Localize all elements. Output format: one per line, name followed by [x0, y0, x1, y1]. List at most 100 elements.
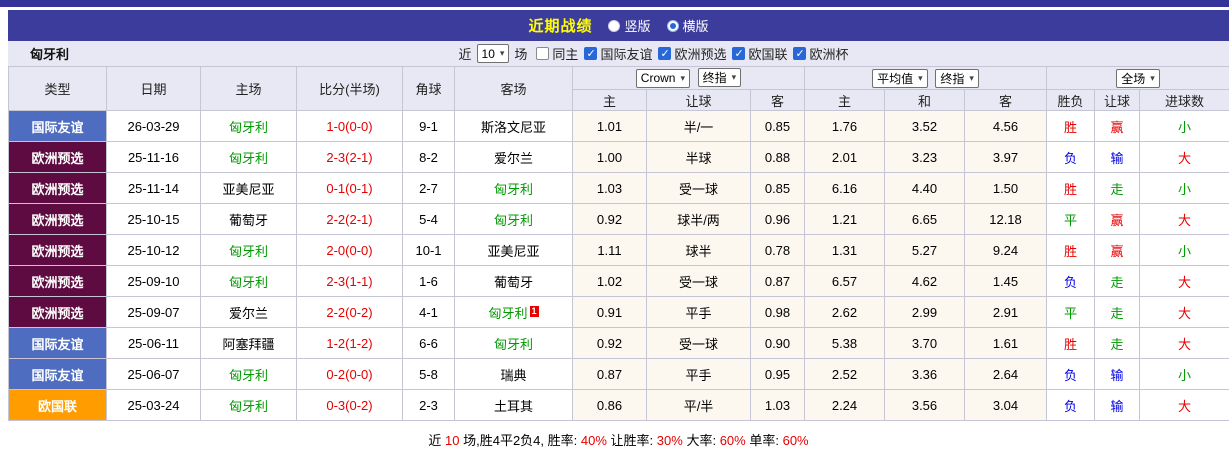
handicap-result-label: 输 [1110, 367, 1124, 383]
odds-away-cell: 0.90 [750, 327, 805, 359]
panel-header: 近期战绩 竖版 横版 [8, 10, 1229, 41]
odds-home-cell: 0.92 [572, 203, 647, 235]
result-label: 胜 [1064, 243, 1078, 259]
avg-away-cell: 4.56 [963, 110, 1048, 142]
home-team-name: 阿塞拜疆 [222, 336, 275, 352]
away-team-name: 葡萄牙 [493, 274, 533, 290]
avg-stage-select[interactable]: 终指 [935, 68, 979, 88]
away-team-cell: 匈牙利 1 [454, 296, 573, 328]
away-team-name: 瑞典 [500, 367, 527, 383]
avg-draw-cell: 6.65 [884, 203, 965, 235]
result-label: 负 [1064, 367, 1078, 383]
goals-label: 小 [1178, 181, 1192, 197]
odds-stage-select[interactable]: 终指 [697, 68, 742, 88]
filter-checkbox[interactable]: 国际友谊 [584, 44, 652, 63]
result-label: 胜 [1064, 181, 1078, 197]
filter-checkbox[interactable]: 欧洲预选 [658, 44, 726, 63]
match-row: 欧洲预选 25-11-14 亚美尼亚 0-1(0-1) 2-7 匈牙利 1.03… [8, 172, 1229, 204]
away-team-cell: 瑞典 [454, 358, 573, 390]
checkbox-label: 欧洲杯 [809, 47, 849, 62]
avg-home-cell: 6.16 [804, 172, 885, 204]
result-cell: 负 [1046, 141, 1096, 173]
odds-away-cell: 0.88 [750, 141, 805, 173]
summary-segment: 大率: [686, 433, 717, 448]
date-cell: 25-10-15 [106, 203, 201, 235]
date-cell: 25-09-07 [106, 296, 201, 328]
handicap-result-cell: 走 [1094, 265, 1141, 297]
match-type-label: 欧洲预选 [31, 212, 84, 228]
goals-cell: 小 [1139, 358, 1229, 390]
match-count-select[interactable]: 10 [476, 44, 510, 63]
score-cell: 2-3(1-1) [296, 265, 403, 297]
goals-label: 大 [1178, 274, 1192, 290]
odds-handicap-cell: 球半 [646, 234, 751, 266]
filter-checkbox[interactable]: 欧洲杯 [793, 44, 849, 63]
scope-select[interactable]: 全场 [1116, 68, 1160, 88]
checkbox-icon [536, 47, 550, 60]
result-cell: 胜 [1046, 327, 1096, 359]
corners-cell: 6-6 [402, 327, 455, 359]
avg-home-cell: 1.31 [804, 234, 885, 266]
checkbox-label: 国际友谊 [600, 47, 653, 62]
home-team-name: 葡萄牙 [228, 212, 268, 228]
red-card-badge: 1 [529, 305, 539, 317]
home-team-name: 爱尔兰 [228, 305, 268, 321]
col-header-type: 类型 [8, 66, 107, 111]
filter-checkbox[interactable]: 欧国联 [732, 44, 787, 63]
top-divider-bar [0, 0, 1229, 7]
match-type-label: 欧洲预选 [31, 243, 84, 259]
corners-cell: 9-1 [402, 110, 455, 142]
avg-draw-cell: 2.99 [884, 296, 965, 328]
handicap-result-cell: 走 [1094, 296, 1141, 328]
avg-away-cell: 3.04 [963, 389, 1048, 421]
goals-cell: 小 [1139, 110, 1229, 142]
goals-label: 大 [1178, 398, 1192, 414]
match-type-cell: 国际友谊 [8, 358, 107, 390]
score-cell: 0-3(0-2) [296, 389, 403, 421]
handicap-result-label: 赢 [1110, 212, 1124, 228]
odds-company-select[interactable]: Crown [635, 68, 691, 88]
date-cell: 25-06-07 [106, 358, 201, 390]
away-team-name: 匈牙利 [493, 212, 533, 228]
avg-away-cell: 3.97 [963, 141, 1048, 173]
match-type-label: 国际友谊 [31, 336, 84, 352]
scope-select-cell: 全场 [1046, 66, 1229, 90]
away-team-cell: 匈牙利 [454, 327, 573, 359]
checkbox-label: 欧洲预选 [674, 47, 727, 62]
avg-home-cell: 6.57 [804, 265, 885, 297]
odds-home-cell: 1.02 [572, 265, 647, 297]
layout-radio-horizontal[interactable]: 横版 [666, 16, 709, 35]
header-row-selects: 类型 日期 主场 比分(半场) 角球 客场 Crown 终指 平均值 终指 全场 [8, 66, 1229, 111]
summary-segment: 60% [719, 433, 746, 448]
date-cell: 25-06-11 [106, 327, 201, 359]
odds-handicap-cell: 受一球 [646, 172, 751, 204]
home-team-cell: 亚美尼亚 [200, 172, 297, 204]
filter-checkbox[interactable]: 同主 [536, 44, 578, 63]
layout-radio-vertical[interactable]: 竖版 [608, 16, 651, 35]
match-type-cell: 欧洲预选 [8, 234, 107, 266]
goals-label: 小 [1178, 119, 1192, 135]
odds-away-cell: 0.87 [750, 265, 805, 297]
avg-draw-cell: 3.56 [884, 389, 965, 421]
avg-source-select[interactable]: 平均值 [872, 68, 928, 88]
score-cell: 0-1(0-1) [296, 172, 403, 204]
match-type-label: 欧国联 [37, 398, 77, 414]
radio-horizontal-icon [666, 19, 679, 32]
avg-away-cell: 1.45 [963, 265, 1048, 297]
away-team-cell: 匈牙利 [454, 203, 573, 235]
result-cell: 胜 [1046, 110, 1096, 142]
score-cell: 2-2(2-1) [296, 203, 403, 235]
handicap-result-cell: 赢 [1094, 203, 1141, 235]
odds-home-cell: 0.87 [572, 358, 647, 390]
home-team-cell: 匈牙利 [200, 110, 297, 142]
result-label: 负 [1064, 398, 1078, 414]
result-cell: 平 [1046, 203, 1096, 235]
goals-label: 大 [1178, 336, 1192, 352]
avg-draw-cell: 3.23 [884, 141, 965, 173]
odds-home-cell: 1.03 [572, 172, 647, 204]
corners-cell: 2-3 [402, 389, 455, 421]
odds-away-cell: 1.03 [750, 389, 805, 421]
summary-segment: 40% [580, 433, 607, 448]
score-cell: 0-2(0-0) [296, 358, 403, 390]
avg-draw-cell: 4.40 [884, 172, 965, 204]
